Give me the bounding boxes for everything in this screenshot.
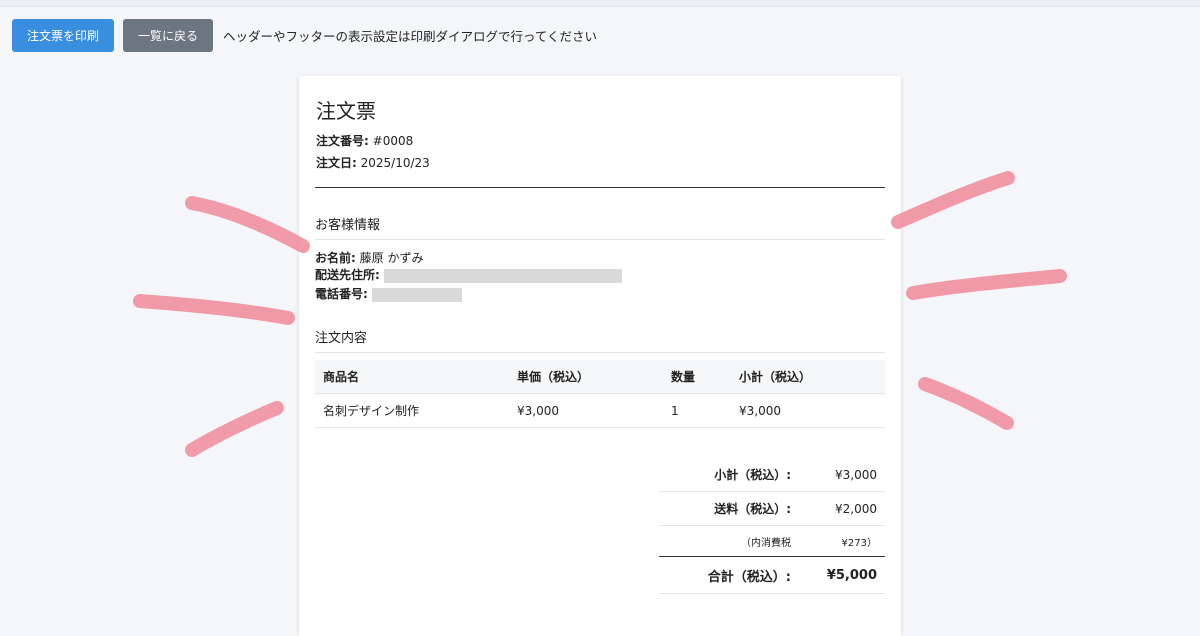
subtotal-row: 小計（税込）: ¥3,000 (659, 458, 885, 492)
col-quantity: 数量 (663, 360, 731, 394)
totals-block: 小計（税込）: ¥3,000 送料（税込）: ¥2,000 （内消費税 ¥273… (659, 458, 885, 594)
customer-address-label: 配送先住所: (315, 268, 380, 282)
shipping-label: 送料（税込）: (714, 502, 791, 516)
order-sheet: 注文票 注文番号: #0008 注文日: 2025/10/23 お客様情報 お名… (299, 76, 901, 636)
customer-address-line: 配送先住所: (315, 266, 622, 283)
customer-name-value: 藤原 かずみ (359, 251, 424, 265)
customer-name-label: お名前: (315, 251, 356, 265)
address-redacted (383, 268, 622, 283)
phone-redacted (371, 287, 462, 302)
subtotal-value: ¥3,000 (835, 467, 877, 482)
customer-phone-line: 電話番号: (315, 285, 462, 302)
col-product-name: 商品名 (315, 360, 509, 394)
customer-phone-label: 電話番号: (315, 287, 368, 301)
back-to-list-button[interactable]: 一覧に戻る (123, 19, 213, 52)
shipping-row: 送料（税込）: ¥2,000 (659, 492, 885, 526)
item-name: 名刺デザイン制作 (315, 393, 509, 428)
print-order-button[interactable]: 注文票を印刷 (12, 19, 114, 52)
item-quantity: 1 (663, 393, 731, 428)
customer-info-heading: お客様情報 (315, 214, 885, 240)
subtotal-label: 小計（税込）: (714, 468, 791, 482)
order-date-label: 注文日: (316, 156, 357, 170)
top-border (0, 0, 1200, 7)
order-number-line: 注文番号: #0008 (316, 132, 413, 149)
table-row: 名刺デザイン制作 ¥3,000 1 ¥3,000 (315, 393, 885, 428)
highlight-stroke-left-3 (185, 401, 284, 457)
col-subtotal: 小計（税込） (731, 360, 885, 394)
grand-total-value: ¥5,000 (826, 567, 877, 583)
tax-value: ¥273） (841, 537, 877, 549)
highlight-stroke-left-1 (185, 196, 310, 253)
order-number-label: 注文番号: (316, 134, 369, 148)
order-items-table: 商品名 単価（税込） 数量 小計（税込） 名刺デザイン制作 ¥3,000 1 ¥… (315, 360, 885, 428)
order-date-value: 2025/10/23 (360, 156, 430, 170)
grand-total-row: 合計（税込）: ¥5,000 (659, 557, 885, 594)
tax-label: （内消費税 (741, 537, 791, 549)
table-header-row: 商品名 単価（税込） 数量 小計（税込） (315, 360, 885, 394)
shipping-value: ¥2,000 (835, 501, 877, 516)
item-price: ¥3,000 (509, 393, 663, 428)
order-number-value: #0008 (372, 134, 414, 148)
col-unit-price: 単価（税込） (509, 360, 663, 394)
grand-total-label: 合計（税込）: (707, 569, 791, 585)
highlight-stroke-right-2 (906, 269, 1067, 300)
highlight-stroke-right-1 (891, 171, 1015, 229)
toolbar: 注文票を印刷 一覧に戻る ヘッダーやフッターの表示設定は印刷ダイアログで行ってく… (12, 19, 597, 52)
order-date-line: 注文日: 2025/10/23 (316, 154, 430, 171)
customer-name-line: お名前: 藤原 かずみ (315, 249, 423, 266)
order-items-heading: 注文内容 (315, 327, 885, 353)
highlight-stroke-right-3 (918, 377, 1014, 430)
header-divider (315, 187, 885, 188)
page-title: 注文票 (316, 99, 376, 123)
print-settings-note: ヘッダーやフッターの表示設定は印刷ダイアログで行ってください (223, 29, 598, 44)
item-subtotal: ¥3,000 (731, 393, 885, 428)
highlight-stroke-left-2 (133, 294, 295, 325)
tax-row: （内消費税 ¥273） (659, 526, 885, 557)
